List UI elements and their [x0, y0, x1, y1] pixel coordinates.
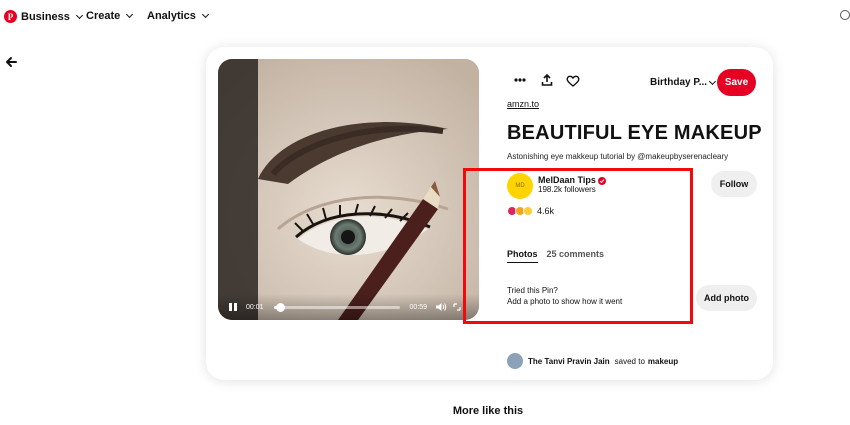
- expand-icon[interactable]: [453, 303, 461, 311]
- search-icon[interactable]: [840, 10, 850, 20]
- nav-analytics[interactable]: Analytics: [147, 10, 209, 22]
- pin-title: BEAUTIFUL EYE MAKEUP: [507, 122, 762, 144]
- saved-board-name[interactable]: makeup: [648, 357, 678, 366]
- nav-business[interactable]: P Business: [4, 10, 83, 23]
- add-photo-button[interactable]: Add photo: [696, 285, 757, 311]
- volume-icon[interactable]: [435, 302, 447, 312]
- saver-avatar[interactable]: [507, 353, 523, 369]
- more-options-icon[interactable]: [514, 77, 526, 83]
- heart-icon[interactable]: [566, 75, 580, 87]
- video-total-time: 00:59: [409, 303, 428, 311]
- chevron-down-icon: [709, 77, 717, 85]
- follow-button[interactable]: Follow: [711, 171, 757, 197]
- video-progress-bar[interactable]: [273, 302, 400, 312]
- saved-by: The Tanvi Pravin Jain saved to makeup: [507, 353, 678, 369]
- nav-business-label: Business: [21, 10, 70, 23]
- saver-name[interactable]: The Tanvi Pravin Jain: [528, 357, 610, 366]
- nav-create-label: Create: [86, 10, 121, 22]
- highlight-annotation: [463, 168, 693, 324]
- pin-video[interactable]: 00:01 00:59: [218, 59, 479, 320]
- save-button[interactable]: Save: [717, 69, 756, 96]
- board-selector-label: Birthday P...: [650, 77, 708, 88]
- nav-create[interactable]: Create: [86, 10, 134, 22]
- video-current-time: 00:01: [246, 303, 264, 311]
- saved-to-text: saved to: [614, 356, 645, 366]
- video-controls: 00:01 00:59: [218, 294, 479, 320]
- pin-source-link[interactable]: amzn.to: [507, 99, 539, 109]
- video-progress-handle[interactable]: [275, 302, 285, 312]
- back-arrow-icon[interactable]: [4, 55, 18, 69]
- chevron-down-icon: [201, 10, 209, 19]
- share-icon[interactable]: [541, 74, 553, 86]
- chevron-down-icon: [75, 11, 83, 19]
- board-selector[interactable]: Birthday P...: [650, 77, 717, 88]
- chevron-down-icon: [126, 10, 134, 19]
- nav-analytics-label: Analytics: [147, 10, 196, 22]
- pinterest-logo-icon[interactable]: P: [4, 10, 17, 23]
- pin-description: Astonishing eye makkeup tutorial by @mak…: [507, 152, 729, 161]
- more-like-this-heading: More like this: [452, 405, 524, 417]
- top-navigation: P Business Create Analytics: [0, 0, 850, 34]
- eye-makeup-video-frame: [218, 59, 479, 320]
- pause-icon[interactable]: [228, 302, 238, 312]
